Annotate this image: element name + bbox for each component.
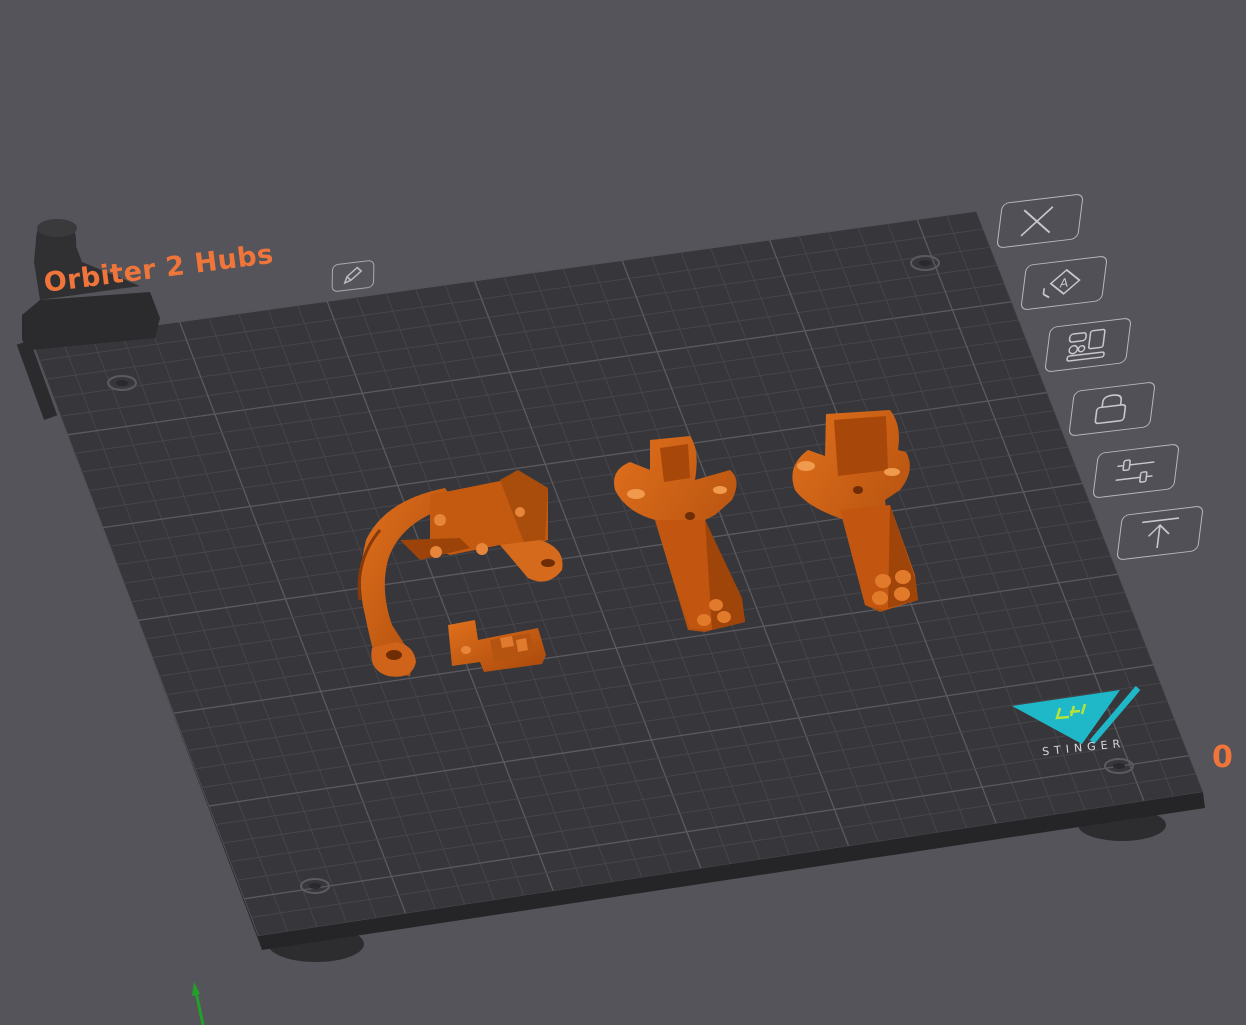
next-plate-label[interactable]: 0: [1212, 740, 1233, 775]
pencil-icon: [343, 266, 363, 285]
auto-orient-icon: A: [1042, 268, 1081, 299]
axis-gizmo-y: [192, 982, 205, 1025]
lock-icon: [1094, 394, 1127, 425]
close-icon: [1020, 206, 1054, 237]
plate-clip-tab: [37, 219, 77, 237]
viewport-3d[interactable]: [0, 0, 1246, 1025]
sliders-icon: [1115, 459, 1155, 483]
move-top-icon: [1142, 517, 1180, 549]
edit-plate-name-button[interactable]: [331, 259, 375, 293]
arrange-icon: [1066, 328, 1106, 362]
svg-text:A: A: [1059, 276, 1070, 291]
